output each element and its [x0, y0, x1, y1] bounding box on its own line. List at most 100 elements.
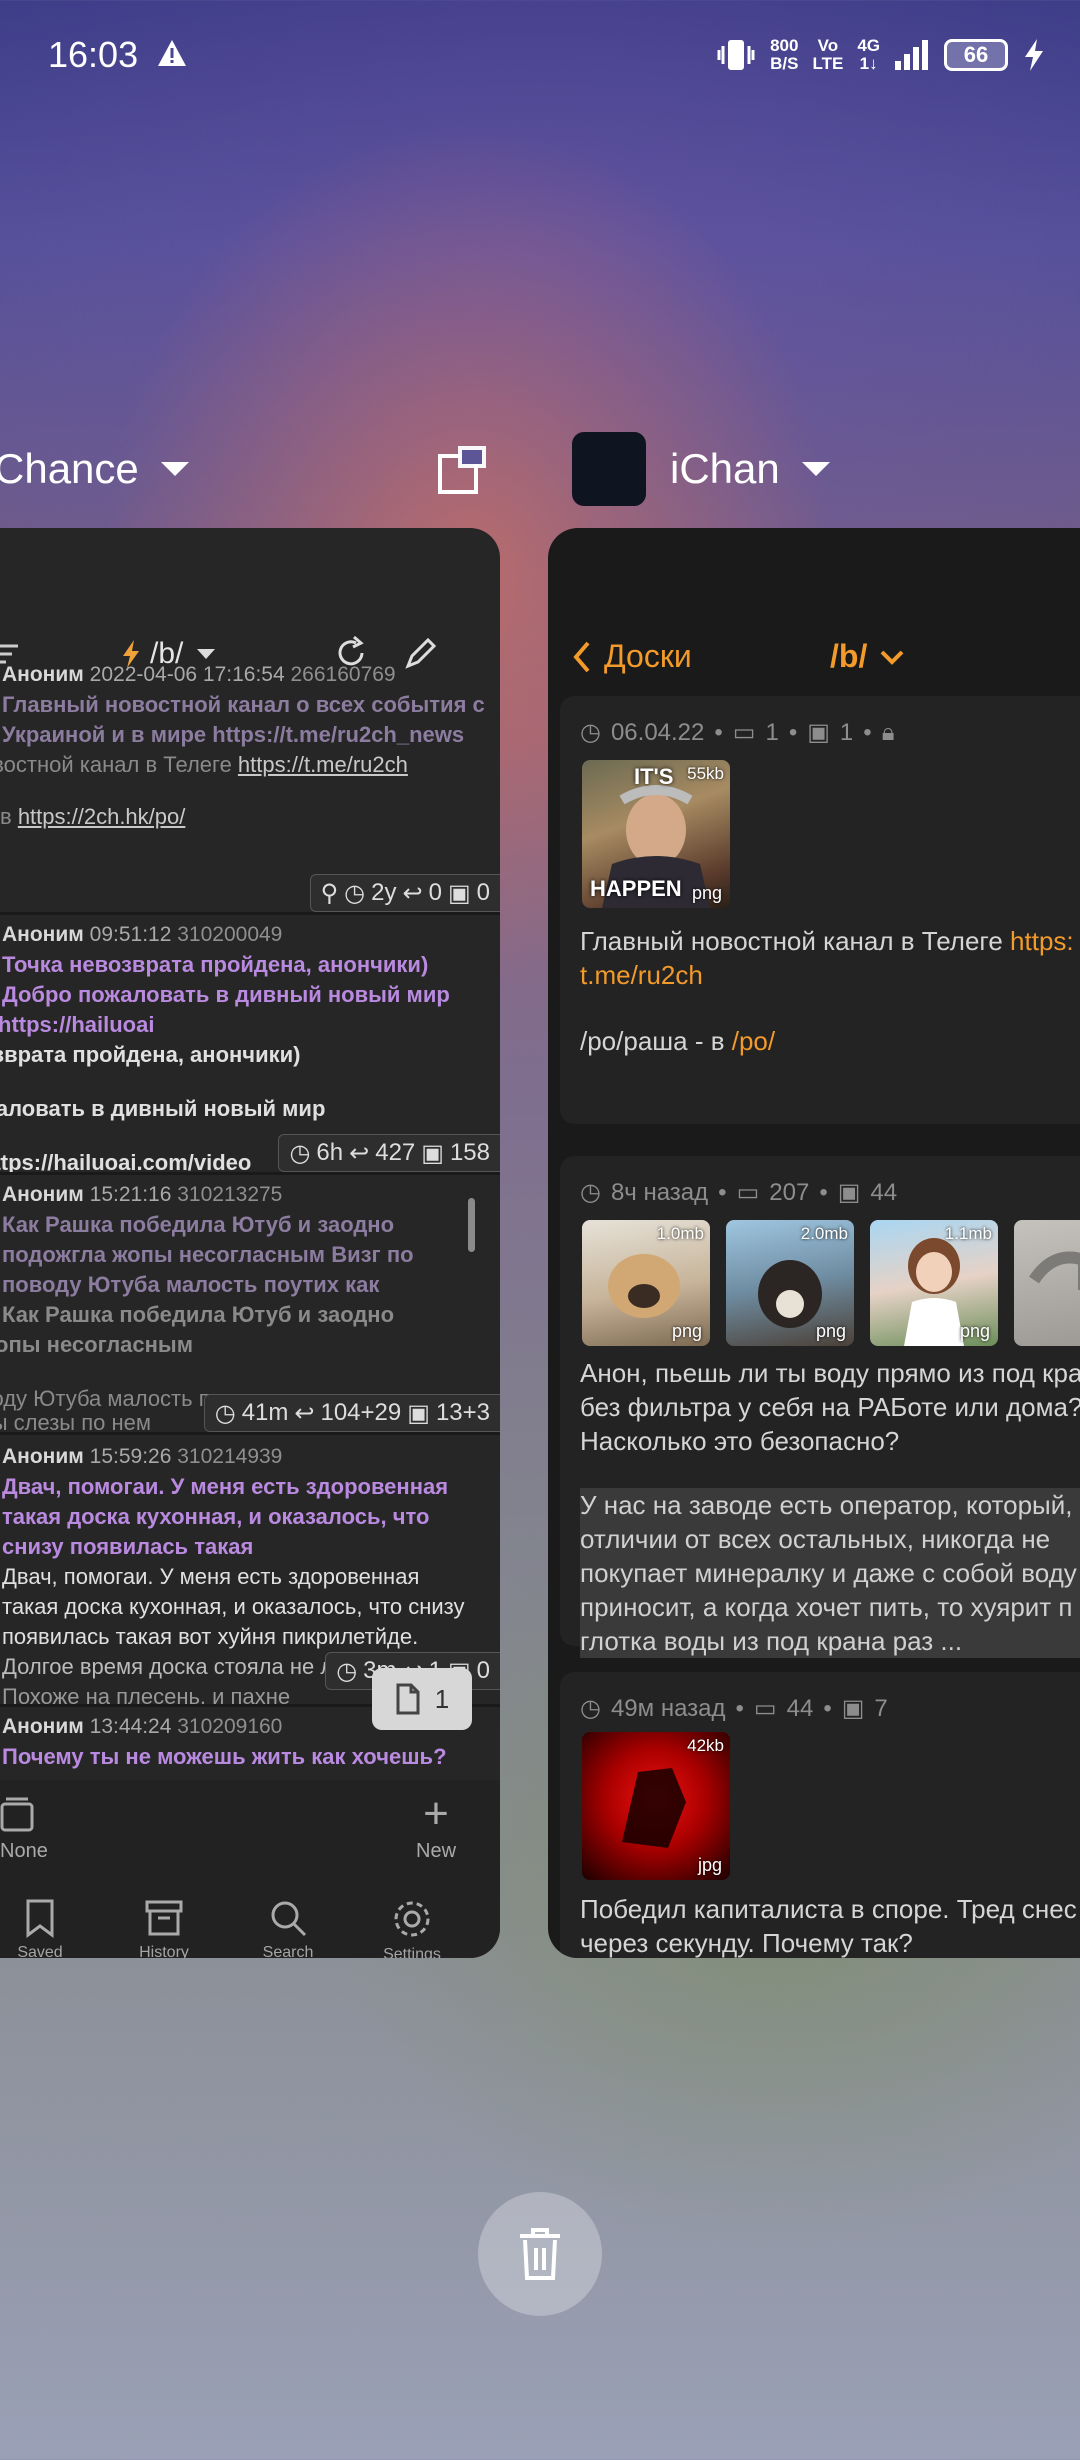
back-to-boards-button[interactable]: Доски [570, 638, 692, 675]
ichan-app-preview[interactable]: Доски /b/ ◷ 06.04.22 • ▭ 1 • ▣ 1 • 🔒︎ IT'S [548, 528, 1080, 1958]
clock-icon: ◷ [336, 1657, 358, 1685]
thread-item[interactable]: Аноним 2022-04-06 17:16:54 266160769 Гла… [0, 660, 500, 832]
clock-icon: ◷ [344, 879, 366, 907]
thread-thumbnail[interactable]: 2.0mb png [726, 1220, 854, 1346]
thread-thumbnail[interactable] [1014, 1220, 1080, 1346]
thread-card[interactable]: ◷ 49м назад • ▭ 44 • ▣ 7 42kb jpg Победил … [560, 1672, 1080, 1958]
board-link[interactable]: /po/ [732, 1026, 775, 1056]
plus-icon: + [423, 1789, 449, 1838]
pin-icon: ⚲ [320, 879, 339, 907]
thread-link[interactable]: https: [1010, 926, 1074, 956]
comment-icon: ▭ [753, 1695, 777, 1722]
chevron-down-icon [160, 462, 189, 476]
post-header: Аноним 2022-04-06 17:16:54 266160769 [2, 663, 396, 686]
bookmark-icon [26, 1899, 54, 1938]
faucet-image [1029, 1251, 1080, 1290]
tabs-icon [0, 1797, 34, 1832]
chevron-left-icon [573, 641, 590, 672]
volte-indicator: Vo LTE [812, 36, 844, 73]
thread-meta: ◷ 49м назад • ▭ 44 • ▣ 7 [580, 1694, 888, 1723]
app-name: Chance [0, 445, 139, 492]
reply-icon: ↩ [402, 879, 423, 907]
page-counter-button[interactable]: 1 [372, 1668, 472, 1730]
search-icon [271, 1901, 307, 1937]
thread-text: Анон, пьешь ли ты воду прямо из под кра … [580, 1356, 1080, 1658]
chevron-down-icon [801, 462, 830, 476]
divider [0, 1172, 500, 1175]
vibrate-icon [717, 40, 755, 70]
clock-icon: ◷ [580, 1695, 601, 1722]
thread-thumbnail[interactable]: 42kb jpg [582, 1732, 730, 1880]
post-body: овостной канал в Телеге https://t.me/ru2… [0, 752, 408, 829]
gear-icon [394, 1901, 430, 1937]
thread-thumbnail[interactable]: 1.1mb png [870, 1220, 998, 1346]
split-screen-icon[interactable] [436, 442, 490, 496]
nav-settings[interactable]: Settings [362, 1898, 462, 1958]
new-tab-button[interactable]: + New [416, 1789, 456, 1863]
chevron-down-icon [197, 649, 216, 659]
divider [0, 1432, 500, 1435]
trash-icon [520, 2228, 560, 2280]
signal-icon [895, 40, 928, 70]
clock-icon: ◷ [580, 719, 601, 746]
thread-meta: ◷ 8ч назад • ▭ 207 • ▣ 44 [580, 1178, 898, 1207]
comment-icon: ▭ [736, 1179, 760, 1206]
post-subject: Двач, помогаи. У меня есть здоровенная т… [2, 1474, 449, 1559]
post-link[interactable]: https://2ch.hk/po/ [18, 804, 186, 829]
nav-saved[interactable]: Saved [0, 1898, 90, 1958]
charging-icon [1025, 39, 1043, 71]
chevron-down-icon [880, 650, 904, 665]
image-icon: ▣ [421, 1139, 444, 1167]
post-header: Аноним 15:59:26 310214939 [2, 1445, 283, 1468]
image-icon: ▣ [841, 1695, 865, 1722]
thread-meta: ◷ 06.04.22 • ▭ 1 • ▣ 1 • 🔒︎ [580, 718, 895, 747]
tabs-button[interactable]: None [0, 1796, 48, 1863]
thread-stats: ⚲ ◷ 2y ↩ 0 ▣ 0 [309, 874, 500, 912]
image-icon: ▣ [837, 1179, 861, 1206]
board-selector[interactable]: /b/ [830, 638, 905, 675]
post-subject: Точка невозврата пройдена, анончики) Доб… [0, 952, 450, 1037]
thread-quote: У нас на заводе есть оператор, который, … [580, 1488, 1080, 1658]
thread-text: Главный новостной канал в Телеге https: … [580, 924, 1080, 1058]
app-name: iChan [670, 445, 780, 492]
divider [0, 912, 500, 915]
thread-thumbnail[interactable]: IT'S HAPPEN 55kb png [582, 760, 730, 908]
thread-text: Победил капиталиста в споре. Тред снес ч… [580, 1894, 1077, 1958]
post-subject: Главный новостной канал о всех события с… [2, 692, 485, 747]
thread-link[interactable]: t.me/ru2ch [580, 958, 1080, 992]
post-subject: Почему ты не можешь жить как хочешь? [2, 1744, 447, 1769]
chance-app-preview[interactable]: /b/ Аноним 2022-04-06 17:16:54 266160769… [0, 528, 500, 1958]
network-speed: 800 B/S [770, 36, 799, 73]
thread-card[interactable]: ◷ 06.04.22 • ▭ 1 • ▣ 1 • 🔒︎ IT'S HAPPEN 55k… [560, 696, 1080, 1124]
reply-icon: ↩ [349, 1139, 370, 1167]
warning-icon [158, 40, 186, 66]
post-header: Аноним 09:51:12 310200049 [2, 923, 283, 946]
comment-icon: ▭ [732, 719, 756, 746]
thread-thumbnail[interactable]: 1.0mb png [582, 1220, 710, 1346]
app-label-chance[interactable]: Chance [0, 430, 189, 508]
lock-icon: 🔒︎ [881, 718, 895, 746]
page-count: 1 [434, 1683, 450, 1714]
post-link[interactable]: https://t.me/ru2ch [238, 752, 408, 777]
post-subject: Как Рашка победила Ютуб и заодно подожгл… [2, 1212, 414, 1297]
thread-stats: ◷ 41m ↩ 104+29 ▣ 13+3 [203, 1394, 500, 1432]
clock-icon: ◷ [289, 1139, 311, 1167]
thread-stats: ◷ 6h ↩ 427 ▣ 158 [278, 1134, 500, 1172]
network-type: 4G 1↓ [857, 36, 880, 73]
status-icons: 800 B/S Vo LTE 4G 1↓ 66 [716, 30, 1046, 80]
thread-card[interactable]: ◷ 8ч назад • ▭ 207 • ▣ 44 1.0mb png 2.0mb … [560, 1156, 1080, 1658]
nav-history[interactable]: History [114, 1898, 214, 1958]
clock: 16:03 [48, 34, 139, 75]
archive-icon [145, 1900, 183, 1936]
ichan-app-icon [572, 432, 646, 506]
app-label-ichan[interactable]: iChan [572, 430, 830, 508]
image-icon: ▣ [447, 879, 471, 907]
battery-icon: 66 [944, 39, 1008, 71]
nav-search[interactable]: Search [238, 1898, 338, 1958]
clock-icon: ◷ [580, 1179, 601, 1206]
post-header: Аноним 15:21:16 310213275 [2, 1183, 283, 1206]
clear-all-button[interactable] [478, 2192, 602, 2316]
clock-icon: ◷ [214, 1399, 236, 1427]
image-icon: ▣ [807, 719, 830, 746]
reply-icon: ↩ [294, 1399, 315, 1427]
